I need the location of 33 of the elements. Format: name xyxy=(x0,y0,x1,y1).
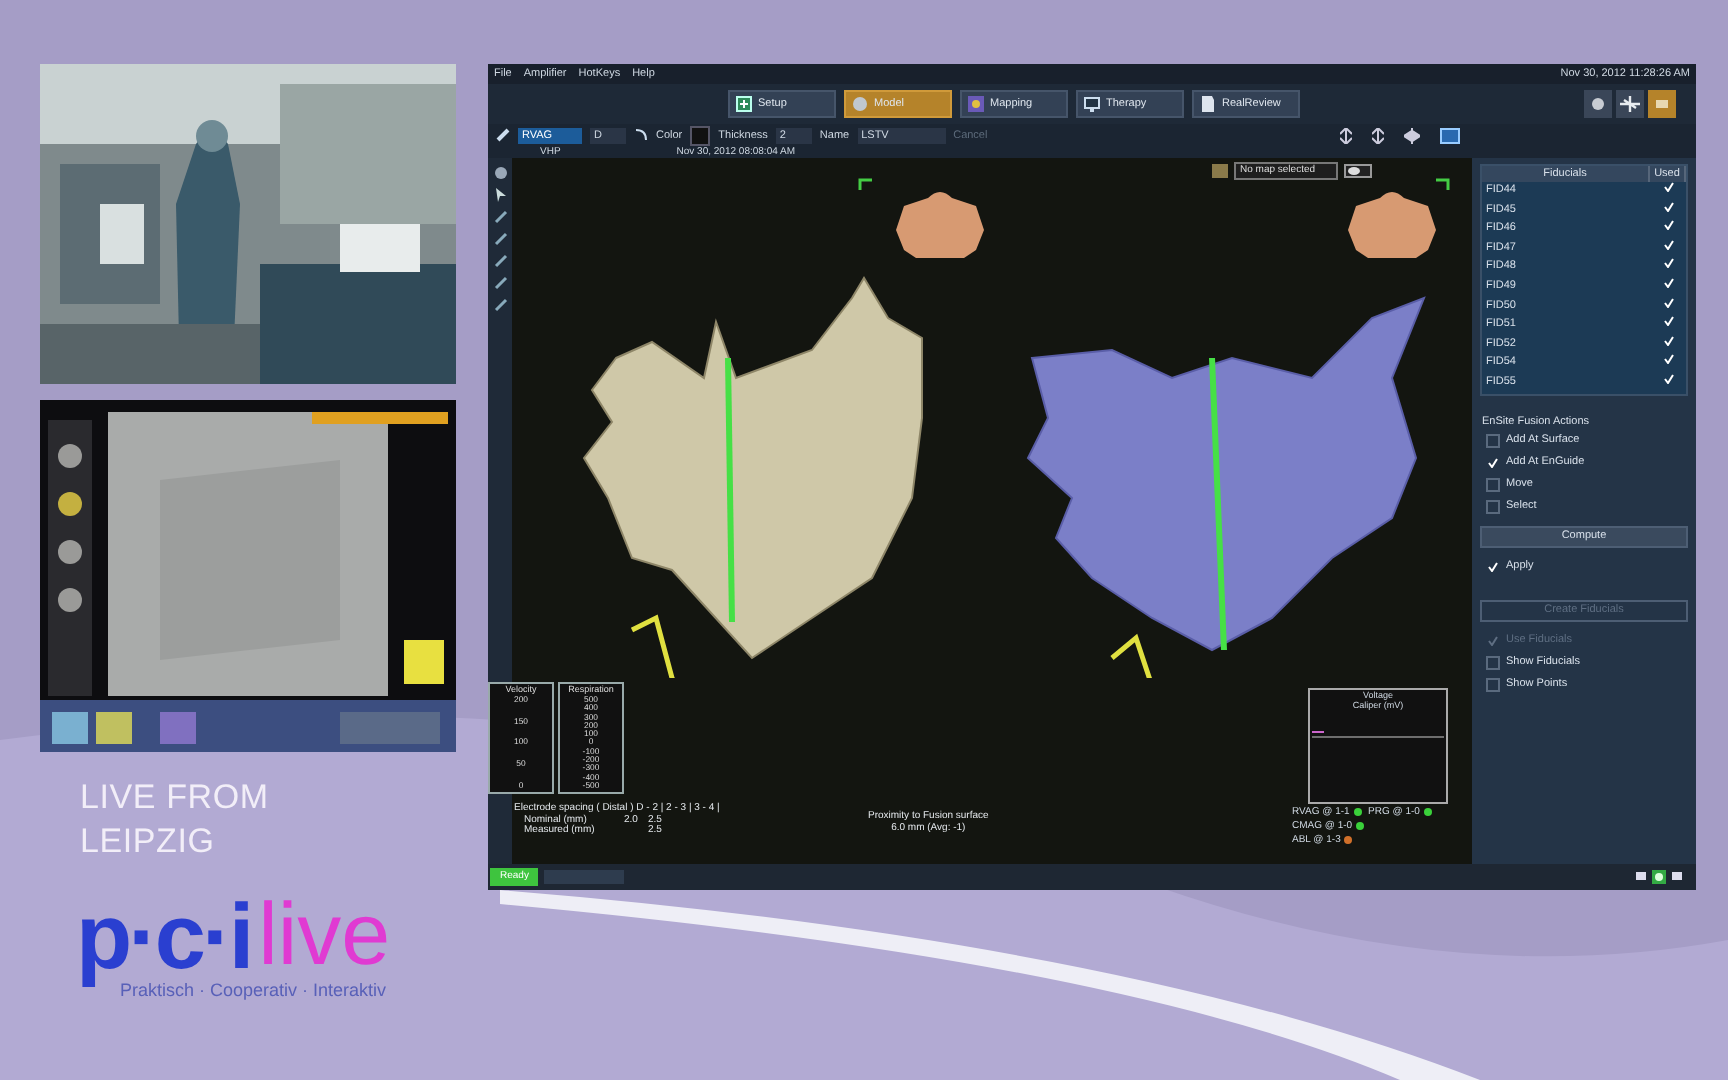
caption-line: LEIPZIG xyxy=(80,820,217,864)
logo-text: live xyxy=(258,892,391,980)
logo-tagline: Praktisch · Cooperativ · Interaktiv xyxy=(120,980,389,1000)
color-swatch[interactable] xyxy=(690,125,711,145)
document-icon xyxy=(1200,96,1216,112)
globe-icon xyxy=(852,96,868,112)
corner-mark xyxy=(858,178,872,190)
corner-mark xyxy=(1436,178,1450,190)
monitor-icon xyxy=(1084,96,1100,112)
checkbox[interactable] xyxy=(1486,655,1500,670)
checkbox[interactable] xyxy=(1486,433,1500,448)
layout-icon[interactable] xyxy=(1440,127,1460,143)
sphere-icon xyxy=(1590,96,1606,112)
map-icon xyxy=(968,96,984,112)
curve-icon[interactable] xyxy=(634,128,648,142)
pen-icon[interactable] xyxy=(496,128,510,142)
square-icon xyxy=(1654,96,1670,112)
trace-drawing xyxy=(1312,730,1444,738)
cross-icon xyxy=(1620,96,1640,112)
view-button[interactable] xyxy=(1616,90,1644,118)
caption-line: LIVE FROM xyxy=(80,776,271,820)
view-button[interactable] xyxy=(1584,90,1612,118)
sort-icon[interactable] xyxy=(1340,127,1352,143)
torso-icon xyxy=(1348,192,1436,258)
eye-icon[interactable] xyxy=(1343,164,1372,178)
pointer-icon[interactable] xyxy=(493,188,507,202)
status-field xyxy=(544,870,625,884)
checkbox[interactable] xyxy=(1486,477,1500,492)
grid-icon xyxy=(736,96,752,112)
sort-icon[interactable] xyxy=(1372,127,1384,143)
torso-icon xyxy=(896,192,984,258)
checkbox[interactable] xyxy=(1486,677,1500,692)
checkbox[interactable] xyxy=(1486,499,1500,514)
